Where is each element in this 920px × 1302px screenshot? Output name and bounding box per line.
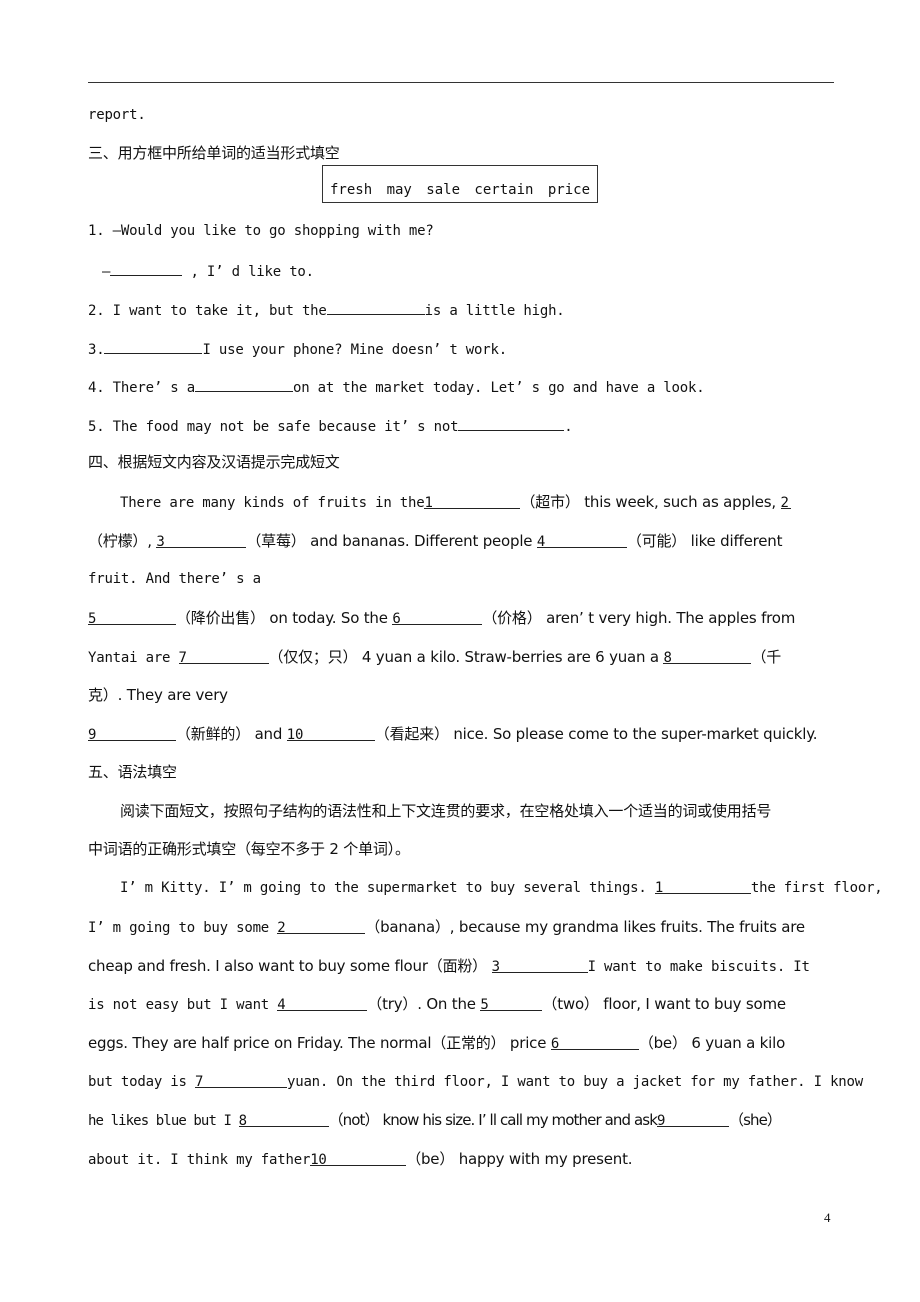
answer-blank[interactable]: 9 — [88, 726, 176, 743]
answer-blank[interactable]: 3 — [491, 958, 588, 975]
s4-line-2: （柠檬）, 3 （草莓） and bananas. Different peopl… — [88, 532, 783, 550]
answer-blank[interactable]: 2 — [277, 919, 366, 936]
section3-heading: 三、用方框中所给单词的适当形式填空 — [88, 144, 340, 162]
s5-line-8: about it. I think my father10 （be） happy … — [88, 1150, 633, 1168]
s3-item-1: 1. —Would you like to go shopping with m… — [88, 223, 434, 239]
answer-blank[interactable]: 2 — [780, 494, 791, 511]
section5-instructions-1: 阅读下面短文，按照句子结构的语法性和上下文连贯的要求，在空格处填入一个适当的词或… — [120, 802, 772, 820]
answer-blank[interactable]: 1 — [654, 879, 751, 896]
answer-blank[interactable]: 4 — [536, 533, 627, 550]
s3-item-1-answer: — , I’ d like to. — [88, 261, 314, 281]
s3-item-4: 4. There’ s a on at the market today. Let… — [88, 377, 705, 397]
s3-item-5: 5. The food may not be safe because it’ … — [88, 416, 573, 436]
answer-blank[interactable]: 5 — [88, 610, 176, 627]
s5-line-7: he likes blue but I 8 （not） know his size… — [88, 1111, 782, 1129]
answer-blank[interactable]: 8 — [663, 649, 752, 666]
s4-line-4: 5 （降价出售） on today. So the 6 （价格） aren’ t v… — [88, 609, 796, 627]
s4-line-1: There are many kinds of fruits in the1 （超… — [120, 493, 791, 511]
answer-blank[interactable]: 7 — [194, 1073, 287, 1090]
s3-item-2: 2. I want to take it, but the is a little… — [88, 300, 565, 320]
s5-line-6: but today is 7 yuan. On the third floor, … — [88, 1073, 863, 1090]
answer-blank[interactable]: 10 — [286, 726, 375, 743]
answer-blank[interactable]: 8 — [238, 1112, 329, 1129]
answer-blank[interactable]: 4 — [277, 996, 368, 1013]
s5-line-5: eggs. They are half price on Friday. The… — [88, 1034, 786, 1052]
answer-blank[interactable] — [104, 339, 203, 354]
answer-blank[interactable] — [194, 377, 293, 392]
word-box: fresh may sale certain price — [322, 165, 598, 203]
answer-blank[interactable]: 6 — [550, 1035, 639, 1052]
s3-item-3: 3. I use your phone? Mine doesn’ t work. — [88, 339, 507, 359]
answer-blank[interactable]: 3 — [156, 533, 247, 550]
answer-blank[interactable]: 6 — [392, 610, 483, 627]
answer-blank[interactable]: 1 — [424, 494, 521, 511]
s4-line-6: 克）. They are very — [88, 686, 228, 704]
section5-instructions-2: 中词语的正确形式填空（每空不多于 2 个单词）。 — [88, 840, 410, 858]
answer-blank[interactable] — [458, 416, 565, 431]
header-rule — [88, 82, 834, 83]
top-fragment: report. — [88, 107, 146, 123]
section4-heading: 四、根据短文内容及汉语提示完成短文 — [88, 453, 340, 471]
section5-heading: 五、语法填空 — [88, 763, 177, 781]
s5-line-2: I’ m going to buy some 2 （banana）, becaus… — [88, 918, 805, 936]
answer-blank[interactable]: 9 — [656, 1112, 729, 1129]
word-box-words: fresh may sale certain price — [330, 182, 591, 198]
page-number: 4 — [824, 1210, 831, 1225]
s4-line-7: 9 （新鲜的） and 10 （看起来） nice. So please come … — [88, 725, 818, 743]
s5-line-1: I’ m Kitty. I’ m going to the supermarke… — [120, 879, 883, 896]
answer-blank[interactable] — [110, 261, 183, 276]
s5-line-4: is not easy but I want 4 （try）. On the 5 （… — [88, 995, 786, 1013]
answer-blank[interactable]: 10 — [310, 1151, 407, 1168]
s4-line-5: Yantai are 7 （仅仅；只） 4 yuan a kilo. Straw-… — [88, 648, 782, 666]
answer-blank[interactable]: 7 — [178, 649, 269, 666]
s5-line-3: cheap and fresh. I also want to buy some… — [88, 957, 810, 975]
s4-line-3: fruit. And there’ s a — [88, 571, 261, 587]
answer-blank[interactable]: 5 — [480, 996, 543, 1013]
answer-blank[interactable] — [326, 300, 425, 315]
